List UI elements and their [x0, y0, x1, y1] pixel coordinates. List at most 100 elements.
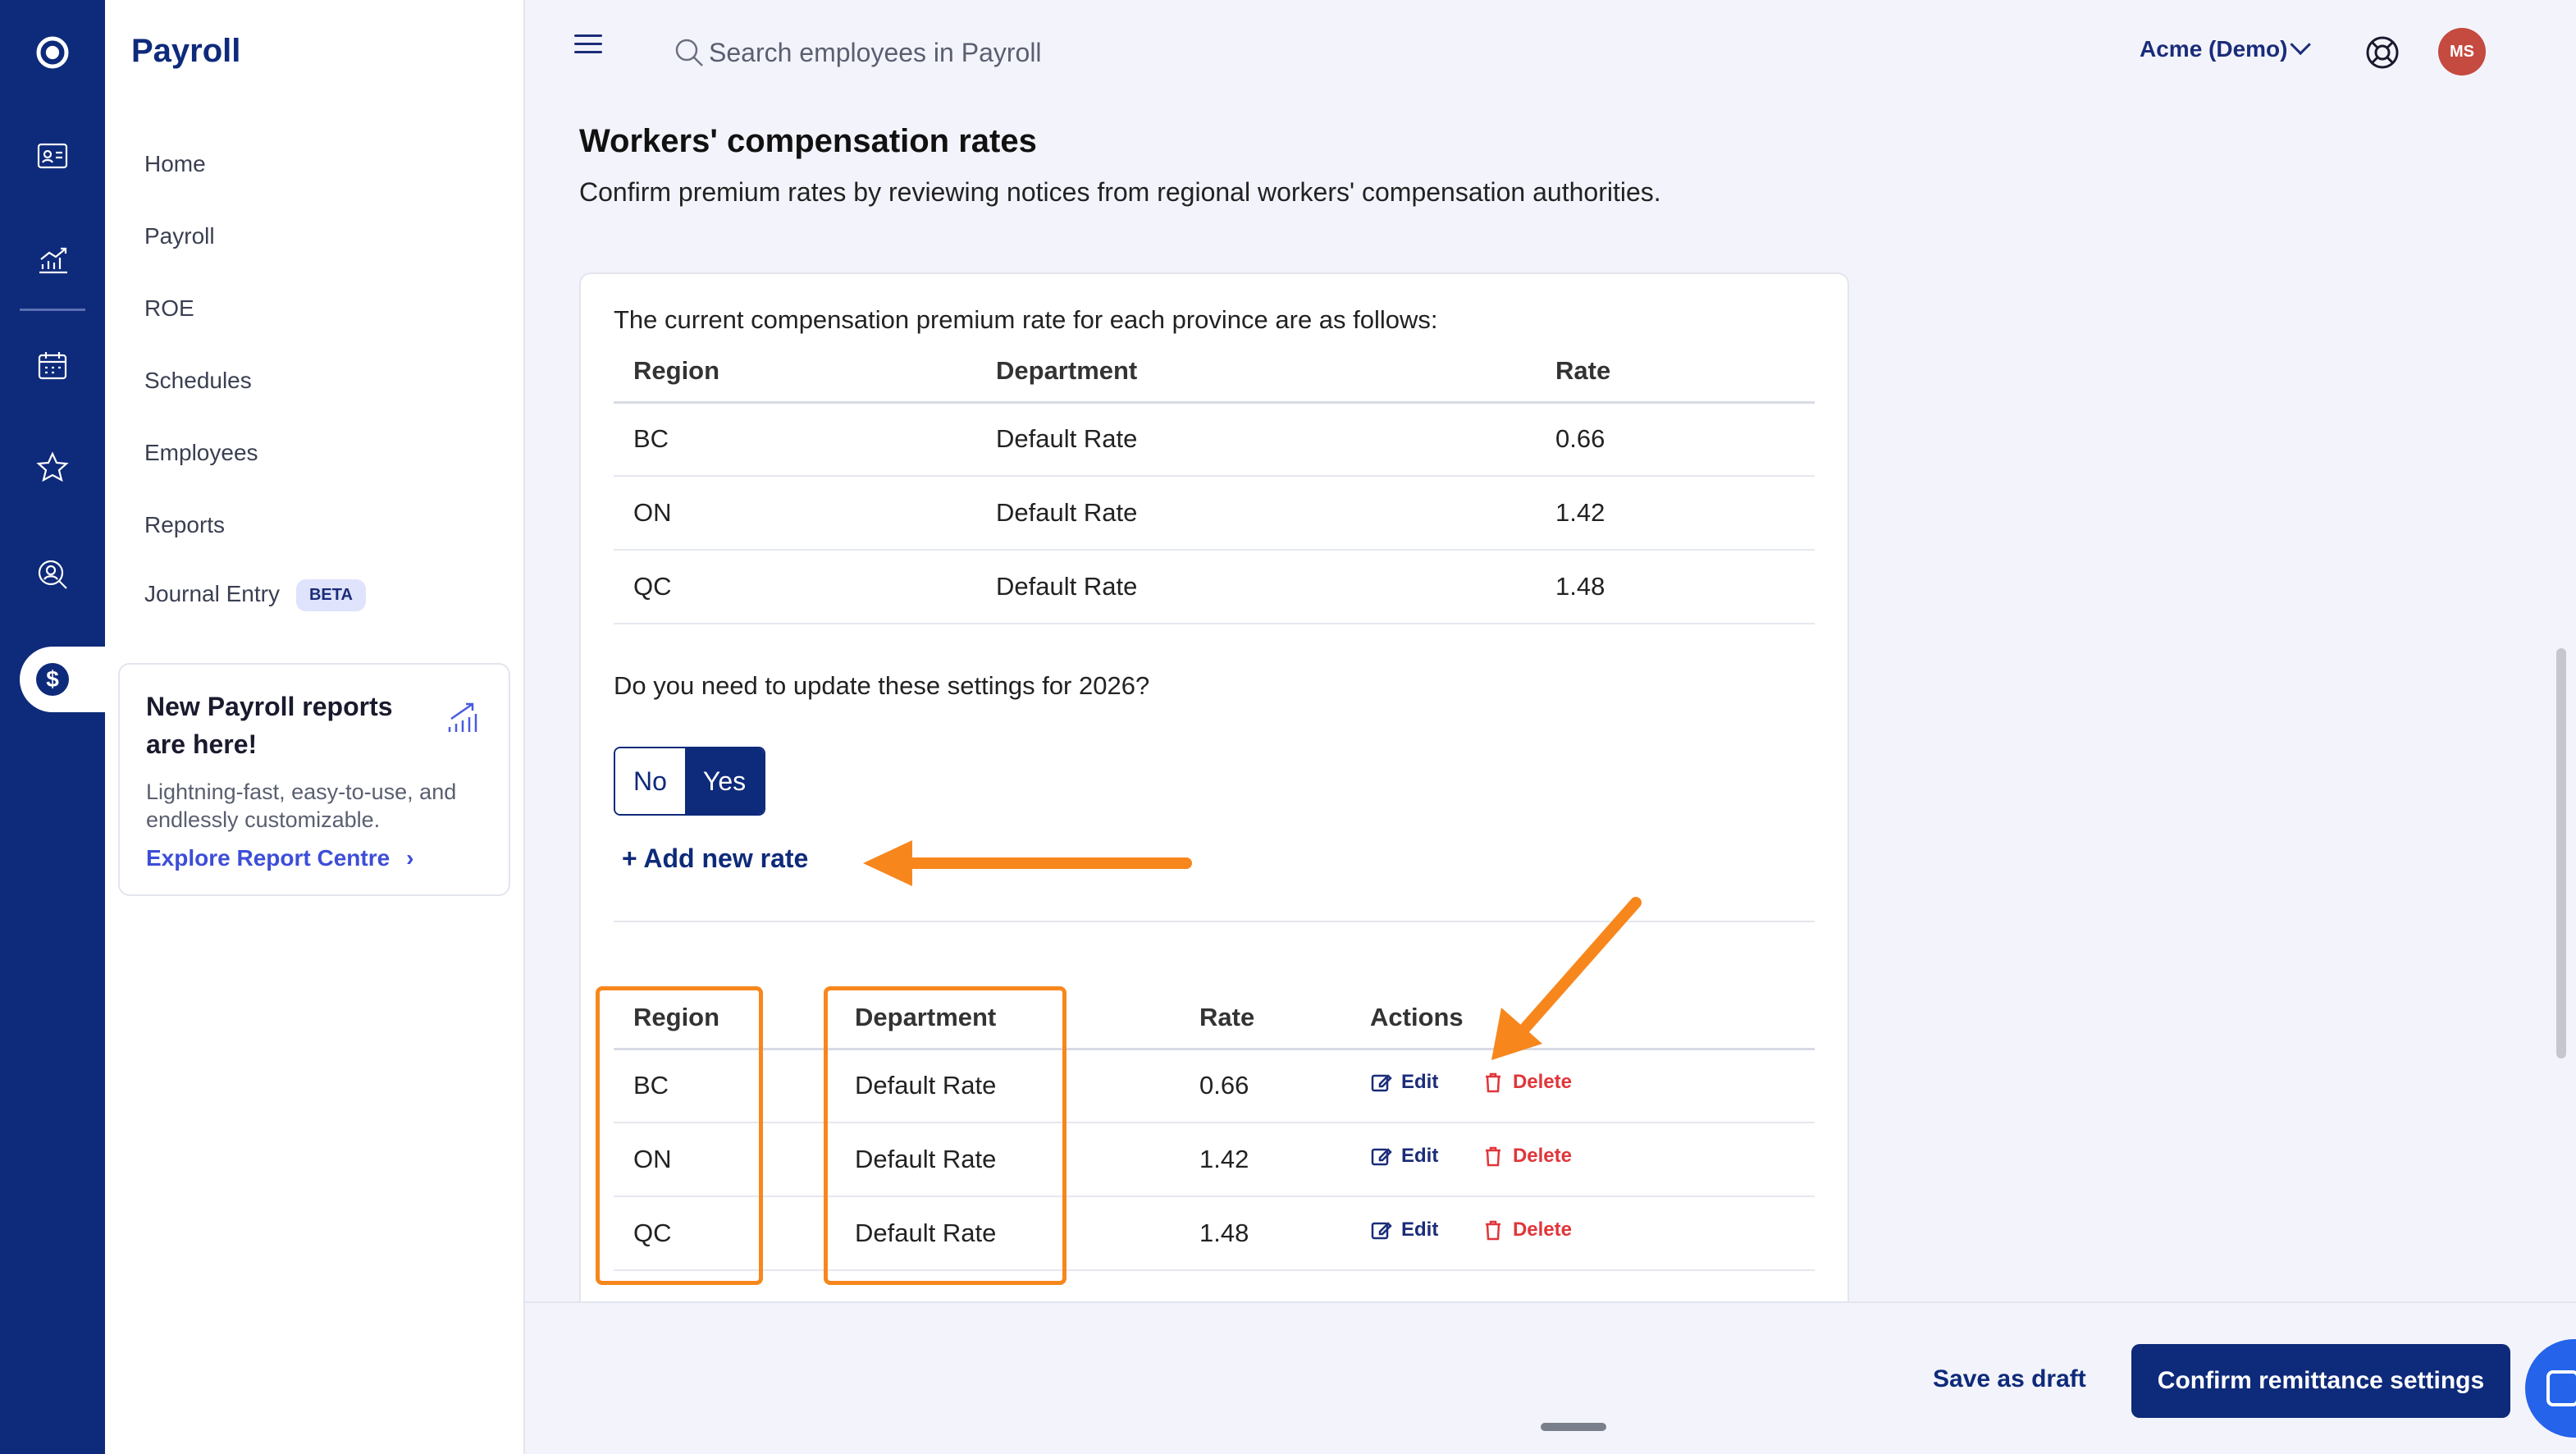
column-header-region: Region — [614, 341, 976, 404]
divider — [614, 921, 1815, 922]
trash-icon — [1485, 1073, 1500, 1093]
company-name: Acme (Demo) — [2140, 36, 2288, 62]
calendar-icon[interactable] — [33, 346, 72, 386]
promo-title: New Payroll reports are here! — [146, 692, 393, 759]
beta-badge: BETA — [295, 579, 366, 611]
payroll-sidebar: Payroll Home Payroll ROE Schedules Emplo… — [105, 0, 525, 1454]
id-card-icon[interactable] — [33, 136, 72, 176]
menu-icon[interactable] — [574, 34, 602, 54]
cell-actions: Edit Delete — [1350, 1196, 1815, 1271]
table-header-row: Region Department Rate Actions — [614, 988, 1815, 1050]
cell-department: Default Rate — [976, 476, 1536, 551]
cell-rate: 1.42 — [1536, 476, 1815, 551]
explore-report-centre-link[interactable]: Explore Report Centre › — [146, 845, 482, 871]
edit-label: Edit — [1401, 1145, 1439, 1167]
app-logo-icon[interactable] — [33, 33, 72, 72]
rail-divider — [20, 309, 85, 311]
cell-actions: Edit Delete — [1350, 1049, 1815, 1123]
sidebar-item-reports[interactable]: Reports — [144, 512, 225, 538]
search-input[interactable] — [709, 33, 1283, 72]
cell-rate: 1.48 — [1180, 1196, 1350, 1271]
column-header-department: Department — [835, 988, 1180, 1050]
rail-item-payroll-active[interactable]: $ — [20, 647, 107, 712]
confirm-remittance-button[interactable]: Confirm remittance settings — [2131, 1344, 2510, 1418]
search-icon — [673, 36, 706, 69]
promo-link-label: Explore Report Centre — [146, 845, 391, 871]
scrollbar[interactable] — [2556, 648, 2566, 1058]
help-lifebuoy-icon[interactable] — [2364, 34, 2400, 71]
sidebar-item-label: Journal Entry — [144, 580, 280, 606]
table-row: QC Default Rate 1.48 Edit Delete — [614, 1196, 1815, 1271]
sidebar-item-payroll[interactable]: Payroll — [144, 223, 215, 249]
card-intro: The current compensation premium rate fo… — [614, 305, 1438, 334]
cell-department: Default Rate — [976, 550, 1536, 624]
delete-button[interactable]: Delete — [1482, 1071, 1572, 1094]
trash-icon — [1485, 1220, 1500, 1241]
table-row: BC Default Rate 0.66 Edit Delete — [614, 1049, 1815, 1123]
promo-text: Lightning-fast, easy-to-use, and endless… — [146, 780, 457, 832]
star-icon[interactable] — [33, 448, 72, 487]
sidebar-item-journal-entry[interactable]: Journal Entry BETA — [144, 579, 366, 611]
cell-region: QC — [614, 550, 976, 624]
delete-label: Delete — [1512, 1219, 1572, 1241]
sidebar-item-home[interactable]: Home — [144, 151, 206, 177]
edit-button[interactable]: Edit — [1370, 1071, 1438, 1094]
update-question: Do you need to update these settings for… — [614, 671, 1150, 700]
toggle-no-button[interactable]: No — [615, 748, 685, 814]
delete-label: Delete — [1512, 1071, 1572, 1094]
sidebar-item-schedules[interactable]: Schedules — [144, 368, 252, 394]
edit-icon — [1371, 1222, 1392, 1240]
cell-rate: 0.66 — [1180, 1049, 1350, 1123]
column-header-rate: Rate — [1536, 341, 1815, 404]
editable-rates-table: Region Department Rate Actions BC Defaul… — [614, 988, 1815, 1271]
edit-icon — [1371, 1074, 1392, 1092]
add-new-rate-link[interactable]: + Add new rate — [622, 844, 808, 874]
page-title: Workers' compensation rates — [579, 123, 1037, 159]
sidebar-item-employees[interactable]: Employees — [144, 440, 258, 466]
page-subtitle: Confirm premium rates by reviewing notic… — [579, 177, 1661, 207]
cell-rate: 1.42 — [1180, 1123, 1350, 1197]
edit-button[interactable]: Edit — [1370, 1145, 1438, 1168]
update-toggle: No Yes — [614, 747, 766, 816]
chevron-down-icon — [2290, 34, 2312, 56]
cell-department: Default Rate — [835, 1049, 1180, 1123]
promo-card: New Payroll reports are here! Lightning-… — [118, 663, 510, 896]
delete-button[interactable]: Delete — [1482, 1219, 1572, 1241]
search-person-icon[interactable] — [33, 555, 72, 594]
save-as-draft-button[interactable]: Save as draft — [1933, 1365, 2086, 1393]
table-row: QC Default Rate 1.48 — [614, 550, 1815, 624]
edit-icon — [1371, 1148, 1392, 1166]
sidebar-title: Payroll — [131, 33, 241, 69]
drag-handle[interactable] — [1541, 1423, 1606, 1431]
cell-region: QC — [614, 1196, 835, 1271]
cell-region: BC — [614, 402, 976, 477]
cell-region: ON — [614, 1123, 835, 1197]
column-header-rate: Rate — [1180, 988, 1350, 1050]
cell-department: Default Rate — [835, 1196, 1180, 1271]
cell-actions: Edit Delete — [1350, 1123, 1815, 1197]
table-row: ON Default Rate 1.42 — [614, 476, 1815, 551]
edit-button[interactable]: Edit — [1370, 1219, 1438, 1241]
company-switcher[interactable]: Acme (Demo) — [2140, 34, 2312, 62]
chart-up-icon[interactable] — [33, 241, 72, 281]
column-header-department: Department — [976, 341, 1536, 404]
cell-department: Default Rate — [976, 402, 1536, 477]
cell-rate: 1.48 — [1536, 550, 1815, 624]
chart-up-icon — [443, 697, 482, 737]
toggle-yes-button[interactable]: Yes — [684, 748, 765, 814]
cell-rate: 0.66 — [1536, 402, 1815, 477]
app-rail: $ — [0, 0, 107, 1454]
current-rates-table: Region Department Rate BC Default Rate 0… — [614, 341, 1815, 624]
sidebar-item-roe[interactable]: ROE — [144, 295, 194, 322]
dollar-icon: $ — [36, 663, 69, 696]
delete-button[interactable]: Delete — [1482, 1145, 1572, 1168]
cell-region: BC — [614, 1049, 835, 1123]
trash-icon — [1485, 1146, 1500, 1167]
cell-region: ON — [614, 476, 976, 551]
cell-department: Default Rate — [835, 1123, 1180, 1197]
avatar[interactable]: MS — [2438, 28, 2486, 75]
chevron-right-icon: › — [406, 845, 414, 871]
table-row: BC Default Rate 0.66 — [614, 402, 1815, 477]
column-header-region: Region — [614, 988, 835, 1050]
edit-label: Edit — [1401, 1219, 1439, 1241]
